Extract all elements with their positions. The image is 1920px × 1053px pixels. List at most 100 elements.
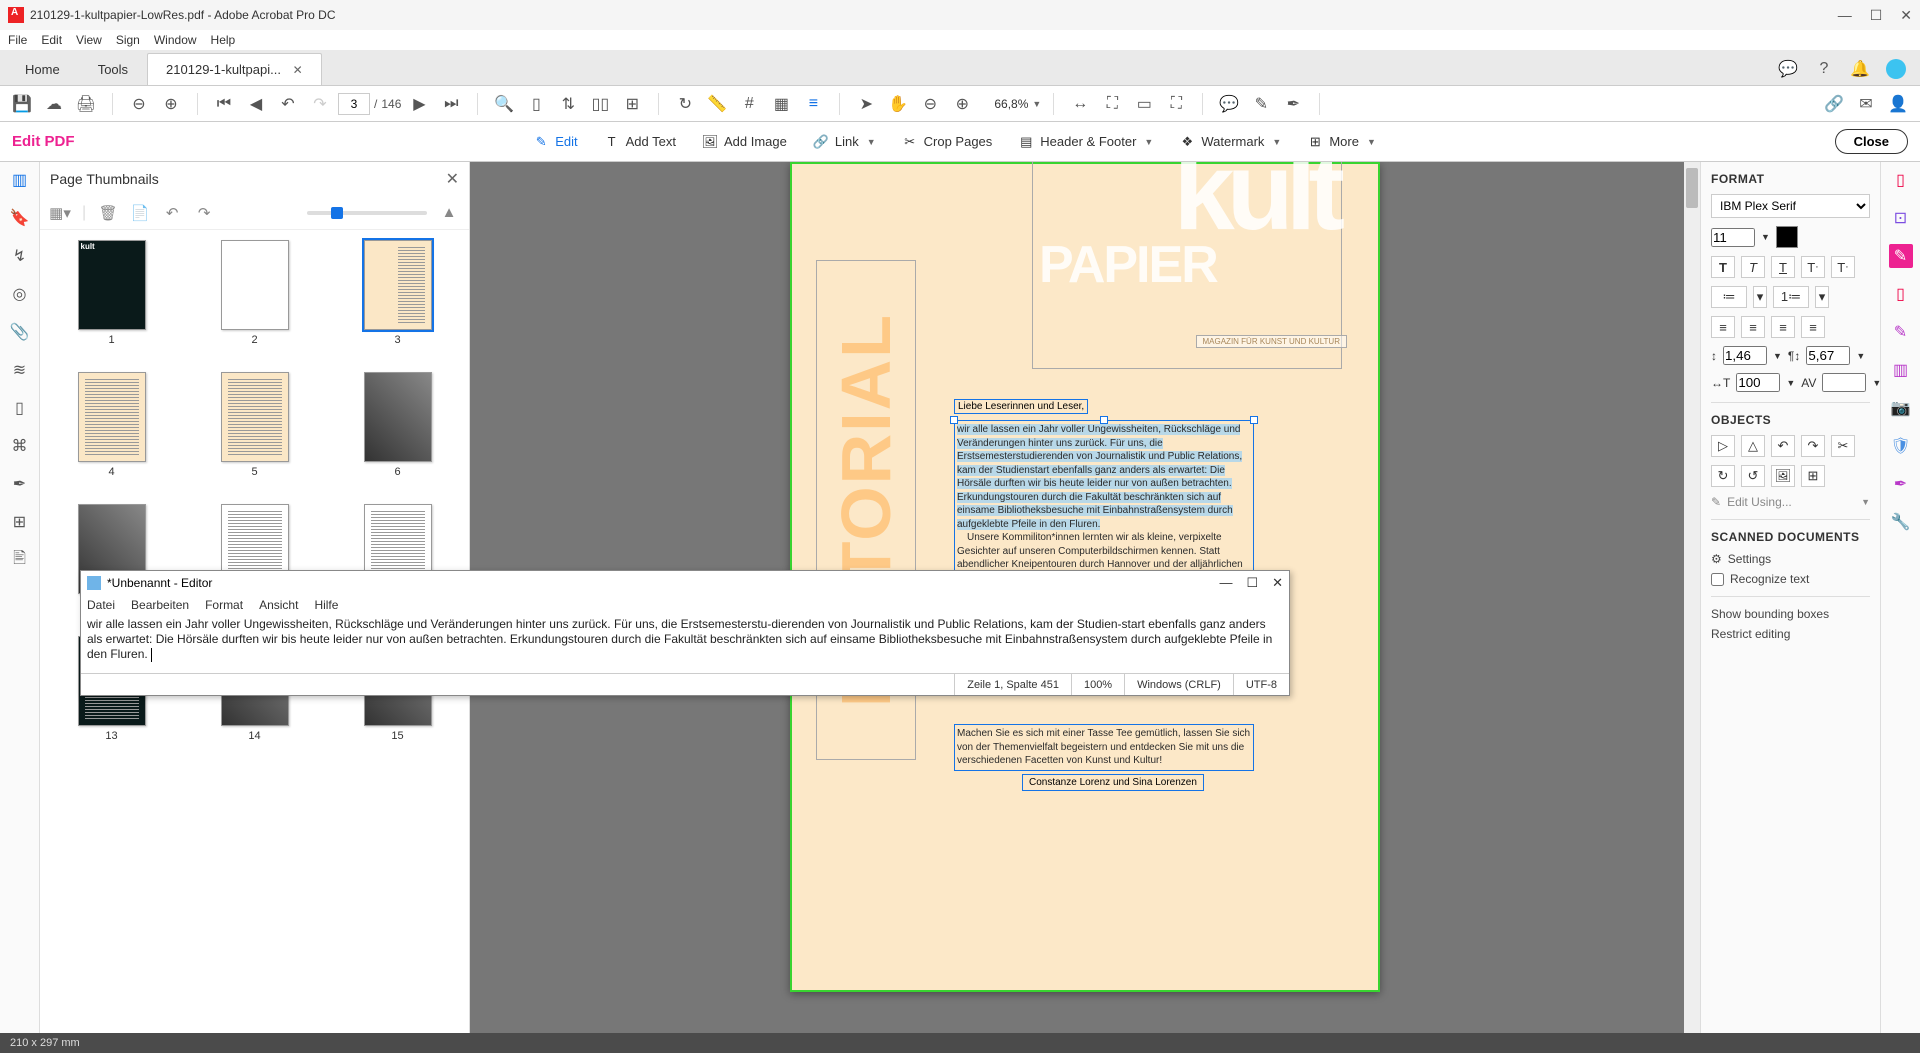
italic-button[interactable]: T [1741, 256, 1765, 278]
scan-rail-icon[interactable]: 🖹 [8, 548, 32, 572]
thumb-1[interactable]: kult1 [60, 240, 163, 346]
guides-icon[interactable]: ≡ [799, 90, 827, 118]
two-scroll-icon[interactable]: ⊞ [618, 90, 646, 118]
minimize-button[interactable]: — [1838, 7, 1852, 24]
fit-width-icon[interactable]: ↔ [1066, 90, 1094, 118]
align-right-button[interactable]: ≡ [1771, 316, 1795, 338]
tab-document[interactable]: 210129-1-kultpapi... ✕ [147, 53, 322, 85]
thumb-6[interactable]: 6 [346, 372, 449, 478]
masthead-subtitle[interactable]: MAGAZIN FÜR KUNST UND KULTUR [1196, 335, 1348, 348]
number-list-button[interactable]: 1≔ [1773, 286, 1809, 308]
canvas-scrollbar[interactable] [1684, 162, 1700, 1033]
align-center-button[interactable]: ≡ [1741, 316, 1765, 338]
maximize-button[interactable]: ☐ [1870, 7, 1883, 24]
prev-page-icon[interactable]: ◀ [242, 90, 270, 118]
organize-rail-icon[interactable]: ▥ [1889, 358, 1913, 382]
edit-using-label[interactable]: Edit Using... [1727, 495, 1855, 509]
np-menu-view[interactable]: Ansicht [259, 598, 298, 612]
menu-view[interactable]: View [76, 33, 102, 47]
notepad-minimize-icon[interactable]: — [1219, 575, 1232, 591]
underline-button[interactable]: T [1771, 256, 1795, 278]
zoom-dropdown-icon[interactable]: ▼ [1032, 99, 1041, 109]
bookmarks-rail-icon[interactable]: 🔖 [8, 206, 32, 230]
flip-v-button[interactable]: △ [1741, 435, 1765, 457]
notepad-close-icon[interactable]: ✕ [1272, 575, 1283, 591]
rotate-left-button[interactable]: ↶ [1771, 435, 1795, 457]
masthead-box[interactable]: kult PAPIER MAGAZIN FÜR KUNST UND KULTUR [1032, 162, 1342, 369]
tags-rail-icon[interactable]: ⌘ [8, 434, 32, 458]
bell-icon[interactable]: 🔔 [1850, 59, 1870, 79]
zoom-plus-icon[interactable]: ⊕ [948, 90, 976, 118]
bullet-list-button[interactable]: ≔ [1711, 286, 1747, 308]
zoom-in-icon[interactable]: ⊕ [157, 90, 185, 118]
show-boxes-label[interactable]: Show bounding boxes [1711, 607, 1829, 621]
close-edit-button[interactable]: Close [1835, 129, 1908, 154]
bullet-caret-icon[interactable]: ▾ [1753, 286, 1767, 308]
redo-nav-icon[interactable]: ↷ [306, 90, 334, 118]
protect-rail-icon[interactable]: 🛡 [1889, 434, 1913, 458]
cloud-upload-icon[interactable]: ☁ [40, 90, 68, 118]
number-caret-icon[interactable]: ▾ [1815, 286, 1829, 308]
thumb-delete-icon[interactable]: 🗑 [98, 203, 118, 223]
settings-label[interactable]: Settings [1728, 552, 1771, 566]
zoom-minus-icon[interactable]: ⊖ [916, 90, 944, 118]
rotate-right-button[interactable]: ↷ [1801, 435, 1825, 457]
thumb-redo-icon[interactable]: ↷ [194, 203, 214, 223]
link-tool[interactable]: 🔗Link▼ [807, 130, 882, 154]
read-mode-icon[interactable]: ▭ [1130, 90, 1158, 118]
font-family-select[interactable]: IBM Plex Serif [1711, 194, 1870, 218]
edit-pdf-rail-icon[interactable]: ✎ [1889, 244, 1913, 268]
signatures-rail-icon[interactable]: ✒ [8, 472, 32, 496]
replace-image-button[interactable]: 🖼 [1771, 465, 1795, 487]
arrange-button[interactable]: ⊞ [1801, 465, 1825, 487]
more-tool[interactable]: ⊞More▼ [1301, 130, 1382, 154]
np-menu-edit[interactable]: Bearbeiten [131, 598, 189, 612]
zoom-level[interactable]: 66,8% [980, 97, 1028, 111]
header-footer-tool[interactable]: ▤Header & Footer▼ [1012, 130, 1159, 154]
undo-nav-icon[interactable]: ↶ [274, 90, 302, 118]
arrow-tool-icon[interactable]: ➤ [852, 90, 880, 118]
layers-rail-icon[interactable]: ≋ [8, 358, 32, 382]
tab-home[interactable]: Home [6, 53, 79, 85]
zoom-out-icon[interactable]: ⊖ [125, 90, 153, 118]
thumb-zoom-icon[interactable]: ▲ [439, 203, 459, 223]
close-window-button[interactable]: ✕ [1900, 7, 1912, 24]
thumb-size-slider[interactable] [307, 211, 427, 215]
first-page-icon[interactable]: ⏮ [210, 90, 238, 118]
tab-close-icon[interactable]: ✕ [293, 63, 303, 77]
fit-page-icon[interactable]: ⛶ [1098, 90, 1126, 118]
grid-icon[interactable]: # [735, 90, 763, 118]
np-menu-help[interactable]: Hilfe [314, 598, 338, 612]
close-thumbnails-icon[interactable]: ✕ [446, 169, 459, 189]
para-spacing-input[interactable] [1806, 346, 1850, 365]
comment-icon[interactable]: 💬 [1215, 90, 1243, 118]
recognize-checkbox[interactable] [1711, 573, 1724, 586]
tab-tools[interactable]: Tools [79, 53, 147, 85]
notepad-title-bar[interactable]: *Unbenannt - Editor — ☐ ✕ [81, 571, 1289, 595]
highlight-icon[interactable]: ✎ [1247, 90, 1275, 118]
subscript-button[interactable]: T· [1831, 256, 1855, 278]
sign-icon[interactable]: ✒ [1279, 90, 1307, 118]
rotate-cw-icon[interactable]: ↻ [671, 90, 699, 118]
thumb-4[interactable]: 4 [60, 372, 163, 478]
thumb-3[interactable]: 3 [346, 240, 449, 346]
align-left-button[interactable]: ≡ [1711, 316, 1735, 338]
edit-tool[interactable]: ✎Edit [527, 130, 583, 154]
add-text-tool[interactable]: TAdd Text [598, 130, 682, 154]
line-spacing-input[interactable] [1723, 346, 1767, 365]
snap-icon[interactable]: ▦ [767, 90, 795, 118]
superscript-button[interactable]: T· [1801, 256, 1825, 278]
email-icon[interactable]: ✉ [1852, 90, 1880, 118]
page-rail-icon[interactable]: ▯ [8, 396, 32, 420]
align-justify-button[interactable]: ≡ [1801, 316, 1825, 338]
watermark-tool[interactable]: ❖Watermark▼ [1173, 130, 1287, 154]
crop-tool[interactable]: ✂Crop Pages [896, 130, 999, 154]
structure-rail-icon[interactable]: ⊞ [8, 510, 32, 534]
thumbnails-rail-icon[interactable]: ▥ [8, 168, 32, 192]
user-avatar[interactable] [1886, 59, 1906, 79]
fullscreen-icon[interactable]: ⛶ [1162, 90, 1190, 118]
share-icon[interactable]: 👤 [1884, 90, 1912, 118]
restrict-label[interactable]: Restrict editing [1711, 627, 1790, 641]
font-size-input[interactable] [1711, 228, 1755, 247]
help-icon[interactable]: ? [1814, 59, 1834, 79]
